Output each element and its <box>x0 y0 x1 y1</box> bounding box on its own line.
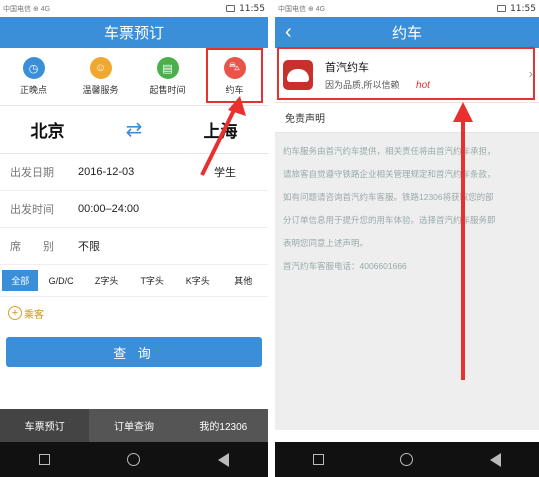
arrow-annotation <box>453 102 473 380</box>
right-screen: 中国电信 ⊕ 4G 11:55 ‹ 约车 首汽约车 因为品质,所以信赖 hot … <box>275 0 539 477</box>
left-screen: 中国电信 ⊕ 4G 11:55 车票预订 ◷ 正晚点 ☺ 温馨服务 ▤ 起售时间… <box>0 0 268 477</box>
arrow-annotation <box>200 96 246 176</box>
